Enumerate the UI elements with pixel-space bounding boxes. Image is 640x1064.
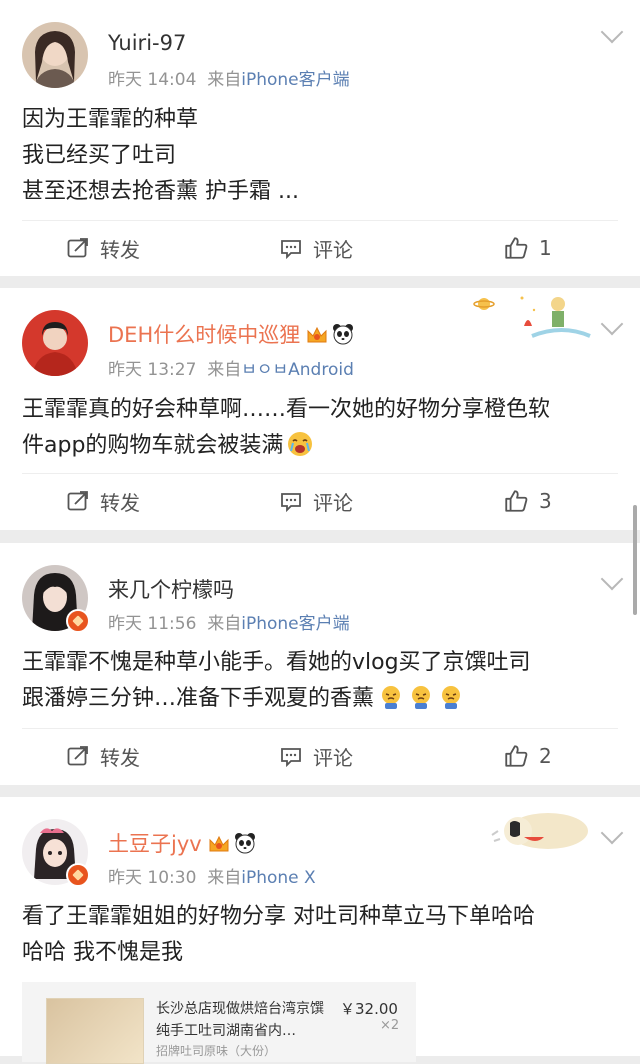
user-name-text: 土豆子jyv <box>108 832 202 856</box>
repost-button[interactable]: 转发 <box>66 736 140 776</box>
comment-button[interactable]: 评论 <box>279 228 353 268</box>
chevron-down-icon[interactable] <box>600 567 624 591</box>
sad-emoji-icon <box>382 686 401 709</box>
scrollbar[interactable] <box>633 505 637 615</box>
repost-label: 转发 <box>100 745 140 770</box>
product-price: ￥32.00 <box>340 1000 398 1018</box>
comment-button[interactable]: 评论 <box>279 481 353 521</box>
post-card[interactable]: DEH什么时候中巡狸 昨天 13:27 来自ㅂㅇㅂAndroid 王霏霏真的好会… <box>0 288 640 530</box>
post-source[interactable]: iPhone客户端 <box>241 614 349 634</box>
product-image <box>46 998 144 1064</box>
thumbs-up-icon <box>505 745 528 767</box>
panda-badge-icon <box>234 833 255 854</box>
like-button[interactable]: 2 <box>503 736 552 776</box>
post-meta: 昨天 13:27 来自ㅂㅇㅂAndroid <box>108 355 354 380</box>
post-source[interactable]: iPhone X <box>241 868 315 888</box>
action-bar: 转发 评论 3 <box>0 481 640 521</box>
post-card[interactable]: 土豆子jyv 昨天 10:30 来自iPhone X 看了王霏霏姐姐的好物分享 … <box>0 797 640 1064</box>
post-source[interactable]: iPhone客户端 <box>241 70 349 90</box>
action-bar: 转发 评论 1 <box>0 228 640 268</box>
user-name[interactable]: Yuiri-97 <box>108 31 186 55</box>
post-text-line: 王霏霏真的好会种草啊……看一次她的好物分享橙色软 <box>22 397 551 422</box>
sad-emoji-icon <box>412 686 431 709</box>
crown-badge-icon <box>307 326 327 343</box>
post-card[interactable]: 来几个柠檬吗 昨天 11:56 来自iPhone客户端 王霏霏不愧是种草小能手。… <box>0 543 640 785</box>
post-source[interactable]: ㅂㅇㅂAndroid <box>241 360 354 380</box>
comment-label: 评论 <box>313 237 353 262</box>
post-card[interactable]: Yuiri-97 昨天 14:04 来自iPhone客户端 因为王霏霏的种草 我… <box>0 0 640 276</box>
little-prince-decoration <box>472 290 592 342</box>
post-text-line: 我已经买了吐司 <box>22 143 177 168</box>
comment-button[interactable]: 评论 <box>279 736 353 776</box>
post-text-line: 甚至还想去抢香薰 护手霜 ... <box>22 179 299 204</box>
post-text-line: 王霏霏不愧是种草小能手。看她的vlog买了京馔吐司 <box>22 650 531 675</box>
user-name[interactable]: DEH什么时候中巡狸 <box>108 319 354 349</box>
post-text-line: 跟潘婷三分钟…准备下手观夏的香薰 <box>22 681 622 717</box>
avatar[interactable] <box>22 22 88 88</box>
verified-badge-icon <box>66 863 90 887</box>
repost-icon <box>67 746 88 766</box>
post-text-line: 因为王霏霏的种草 <box>22 107 199 132</box>
like-count: 1 <box>539 236 552 260</box>
comment-icon <box>281 748 301 768</box>
verified-badge-icon <box>66 609 90 633</box>
repost-button[interactable]: 转发 <box>66 481 140 521</box>
source-prefix: 来自 <box>207 360 242 380</box>
post-meta: 昨天 14:04 来自iPhone客户端 <box>108 65 350 90</box>
post-text-line: 哈哈 我不愧是我 <box>22 940 183 965</box>
like-count: 2 <box>539 744 552 768</box>
post-text: 王霏霏不愧是种草小能手。看她的vlog买了京馔吐司 跟潘婷三分钟…准备下手观夏的… <box>22 645 622 717</box>
product-quantity: ×2 <box>380 1018 400 1033</box>
divider <box>22 220 618 221</box>
like-button[interactable]: 3 <box>503 481 552 521</box>
product-title: 长沙总店现做烘焙台湾京馔纯手工吐司湖南省内… <box>156 1001 324 1039</box>
source-prefix: 来自 <box>207 614 242 634</box>
avatar[interactable] <box>22 310 88 376</box>
like-count: 3 <box>539 489 552 513</box>
repost-button[interactable]: 转发 <box>66 228 140 268</box>
comment-label: 评论 <box>313 490 353 515</box>
comment-icon <box>281 493 301 513</box>
post-text-segment: 件app的购物车就会被装满 <box>22 433 284 458</box>
divider <box>22 728 618 729</box>
repost-label: 转发 <box>100 237 140 262</box>
user-name-text: DEH什么时候中巡狸 <box>108 323 301 347</box>
sad-emoji-icon <box>442 686 461 709</box>
chevron-down-icon[interactable] <box>600 821 624 845</box>
repost-icon <box>67 238 88 258</box>
post-meta: 昨天 10:30 来自iPhone X <box>108 863 316 888</box>
sleeping-dog-decoration <box>484 801 594 853</box>
post-time: 昨天 13:27 <box>108 360 197 380</box>
like-button[interactable]: 1 <box>503 228 552 268</box>
post-text: 王霏霏真的好会种草啊……看一次她的好物分享橙色软 件app的购物车就会被装满 <box>22 392 622 464</box>
panda-badge-icon <box>333 324 354 345</box>
product-card[interactable]: 长沙总店现做烘焙台湾京馔纯手工吐司湖南省内… 招牌吐司原味（大份） ￥32.00… <box>22 982 416 1064</box>
post-text: 因为王霏霏的种草 我已经买了吐司 甚至还想去抢香薰 护手霜 ... <box>22 102 622 210</box>
chevron-down-icon[interactable] <box>600 312 624 336</box>
thumbs-up-icon <box>505 490 528 512</box>
user-name[interactable]: 土豆子jyv <box>108 828 256 858</box>
source-prefix: 来自 <box>207 868 242 888</box>
post-text-segment: 跟潘婷三分钟…准备下手观夏的香薰 <box>22 686 375 711</box>
post-meta: 昨天 11:56 来自iPhone客户端 <box>108 609 350 634</box>
post-time: 昨天 14:04 <box>108 70 197 90</box>
post-text: 看了王霏霏姐姐的好物分享 对吐司种草立马下单哈哈 哈哈 我不愧是我 <box>22 899 622 971</box>
post-time: 昨天 11:56 <box>108 614 197 634</box>
comment-label: 评论 <box>313 745 353 770</box>
crying-emoji-icon <box>288 432 313 456</box>
comment-icon <box>281 240 301 260</box>
source-prefix: 来自 <box>207 70 242 90</box>
post-time: 昨天 10:30 <box>108 868 197 888</box>
product-subtitle: 招牌吐司原味（大份） <box>156 1044 277 1058</box>
repost-label: 转发 <box>100 490 140 515</box>
repost-icon <box>67 491 88 511</box>
chevron-down-icon[interactable] <box>600 20 624 44</box>
crown-badge-icon <box>209 835 229 852</box>
user-name[interactable]: 来几个柠檬吗 <box>108 574 234 604</box>
action-bar: 转发 评论 2 <box>0 736 640 776</box>
post-text-line: 件app的购物车就会被装满 <box>22 428 622 464</box>
thumbs-up-icon <box>505 237 528 259</box>
post-text-line: 看了王霏霏姐姐的好物分享 对吐司种草立马下单哈哈 <box>22 904 535 929</box>
divider <box>22 473 618 474</box>
